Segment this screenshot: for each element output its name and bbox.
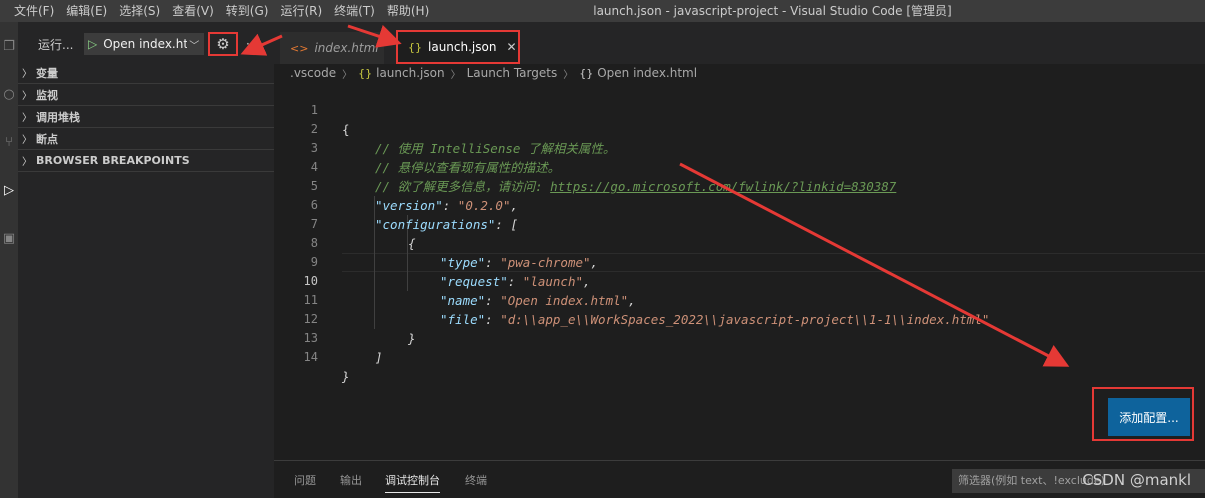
code-line: 8 "type": "pwa-chrome", [310, 236, 599, 270]
code-line: 13 ] [303, 331, 383, 365]
bottom-panel: 问题 输出 调试控制台 终端 筛选器(例如 text、!exclude) CSD… [274, 460, 1205, 498]
run-debug-sidebar: 运行... ▷ Open index.ht ﹀ ⚙ ··· 〉 变量 〉 监视 … [18, 22, 274, 498]
launch-config-select[interactable]: ▷ Open index.ht ﹀ [84, 33, 204, 55]
object-icon: {} [579, 66, 594, 80]
menu-help[interactable]: 帮助(H) [381, 0, 435, 22]
code-line: 11 "file": "d:\\app_e\\WorkSpaces_2022\\… [303, 293, 990, 327]
editor-tabs: <> index.html {} launch.json ✕ [274, 22, 1205, 64]
breadcrumb-item[interactable]: .vscode [290, 66, 336, 80]
run-label: 运行... [38, 37, 74, 52]
activity-bar: ❐ ○ ⑂ ▷ ▣ [0, 22, 18, 498]
tab-index-html[interactable]: <> index.html [280, 32, 384, 64]
run-toolbar: 运行... ▷ Open index.ht ﹀ ⚙ ··· [18, 32, 274, 56]
code-line: 7 { [310, 217, 416, 251]
gear-icon: ⚙ [216, 35, 230, 53]
breadcrumb-item[interactable]: Launch Targets [467, 66, 558, 80]
extensions-icon[interactable]: ▣ [0, 228, 18, 250]
start-debugging-icon[interactable]: ▷ [88, 37, 97, 51]
html-file-icon: <> [290, 41, 309, 55]
section-variables[interactable]: 〉 变量 [18, 62, 274, 84]
chevron-right-icon: 〉 [22, 91, 32, 102]
explorer-icon[interactable]: ❐ [0, 36, 18, 58]
menu-go[interactable]: 转到(G) [220, 0, 275, 22]
json-file-icon: {} [358, 66, 373, 80]
menu-bar: 文件(F) 编辑(E) 选择(S) 查看(V) 转到(G) 运行(R) 终端(T… [0, 0, 435, 22]
menu-run[interactable]: 运行(R) [274, 0, 328, 22]
json-file-icon: {} [408, 40, 422, 54]
panel-tab-debug-console[interactable]: 调试控制台 [385, 472, 440, 493]
breadcrumb-item[interactable]: Open index.html [597, 66, 697, 80]
add-configuration-button[interactable]: 添加配置... [1108, 398, 1190, 436]
code-line: 12 } [303, 312, 416, 346]
code-line: 9 "request": "launch", [310, 255, 591, 289]
watermark: CSDN @mankl [1082, 471, 1191, 489]
tab-launch-json[interactable]: {} launch.json ✕ [396, 30, 520, 64]
menu-view[interactable]: 查看(V) [166, 0, 220, 22]
more-actions-icon[interactable]: ··· [246, 37, 257, 51]
section-breakpoints[interactable]: 〉 断点 [18, 128, 274, 150]
open-launch-json-button[interactable]: ⚙ [208, 32, 238, 56]
chevron-right-icon: 〉 [22, 157, 32, 168]
breadcrumb-item[interactable]: launch.json [376, 66, 444, 80]
run-debug-icon[interactable]: ▷ [0, 180, 18, 202]
chevron-right-icon: 〉 [342, 69, 353, 81]
panel-tab-problems[interactable]: 问题 [294, 472, 316, 488]
chevron-right-icon: 〉 [22, 113, 32, 124]
launch-config-value: Open index.ht [103, 37, 188, 51]
code-line: 4 // 欲了解更多信息，请访问: https://go.microsoft.c… [310, 160, 897, 194]
chevron-down-icon: ﹀ [189, 40, 200, 52]
code-line: 1 { [310, 103, 350, 137]
menu-edit[interactable]: 编辑(E) [60, 0, 113, 22]
menu-file[interactable]: 文件(F) [8, 0, 60, 22]
section-watch[interactable]: 〉 监视 [18, 84, 274, 106]
breadcrumb: .vscode 〉 {} launch.json 〉 Launch Target… [290, 64, 697, 82]
search-icon[interactable]: ○ [0, 84, 18, 106]
close-icon[interactable]: ✕ [506, 40, 516, 54]
chevron-right-icon: 〉 [22, 135, 32, 146]
code-line: 14 } [303, 350, 350, 384]
panel-tab-output[interactable]: 输出 [340, 472, 362, 488]
code-line: 3 // 悬停以查看现有属性的描述。 [310, 141, 561, 175]
section-call-stack[interactable]: 〉 调用堆栈 [18, 106, 274, 128]
code-line: 6 "configurations": [ [310, 198, 518, 232]
chevron-right-icon: 〉 [450, 69, 461, 81]
chevron-right-icon: 〉 [563, 69, 574, 81]
code-line: 2 // 使用 IntelliSense 了解相关属性。 [310, 122, 616, 156]
chevron-right-icon: 〉 [22, 69, 32, 80]
menu-terminal[interactable]: 终端(T) [328, 0, 381, 22]
code-line: 10 "name": "Open index.html", [303, 274, 636, 308]
section-browser-breakpoints[interactable]: 〉 BROWSER BREAKPOINTS [18, 150, 274, 172]
code-line: 5 "version": "0.2.0", [310, 179, 519, 213]
title-bar: 文件(F) 编辑(E) 选择(S) 查看(V) 转到(G) 运行(R) 终端(T… [0, 0, 1205, 22]
panel-tab-terminal[interactable]: 终端 [465, 472, 487, 488]
menu-selection[interactable]: 选择(S) [113, 0, 166, 22]
source-control-icon[interactable]: ⑂ [0, 132, 18, 154]
code-editor[interactable]: 1 { 2 // 使用 IntelliSense 了解相关属性。 3 // 悬停… [274, 82, 1205, 460]
